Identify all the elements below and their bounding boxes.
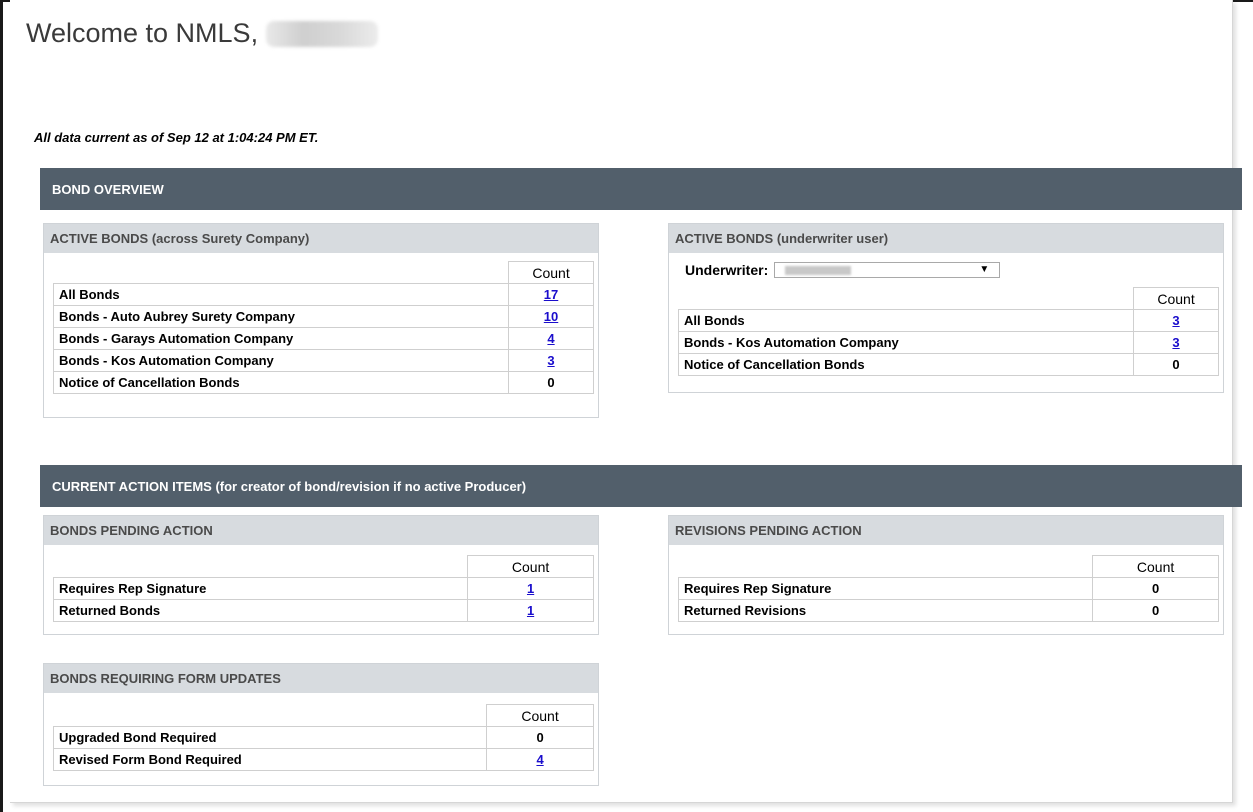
row-label: Notice of Cancellation Bonds <box>677 353 1135 376</box>
table-row: All Bonds 3 <box>677 309 1219 332</box>
table-row: All Bonds 17 <box>52 283 594 306</box>
row-count: 0 <box>1092 599 1219 622</box>
table-row: Returned Bonds 1 <box>52 599 594 622</box>
count-header: Count <box>1133 287 1219 310</box>
count-header: Count <box>486 704 594 727</box>
panel-title: ACTIVE BONDS (underwriter user) <box>669 224 1223 253</box>
count-link[interactable]: 3 <box>547 353 554 368</box>
table-row: Bonds - Kos Automation Company 3 <box>677 331 1219 354</box>
row-label: Revised Form Bond Required <box>52 748 488 771</box>
count-header: Count <box>508 261 594 284</box>
count-link[interactable]: 3 <box>1172 335 1179 350</box>
row-label: All Bonds <box>52 283 510 306</box>
bond-overview-header: BOND OVERVIEW <box>40 168 1242 210</box>
row-count: 0 <box>1133 353 1219 376</box>
active-bonds-underwriter-panel: ACTIVE BONDS (underwriter user) Underwri… <box>668 223 1224 393</box>
row-count: 4 <box>508 327 594 350</box>
form-updates-table: Count Upgraded Bond Required 0 Revised For… <box>52 704 594 771</box>
row-count: 3 <box>508 349 594 372</box>
row-label: Upgraded Bond Required <box>52 726 488 749</box>
action-items-header: CURRENT ACTION ITEMS (for creator of bon… <box>40 465 1242 507</box>
row-count: 0 <box>1092 577 1219 600</box>
row-label: All Bonds <box>677 309 1135 332</box>
table-row: Returned Revisions 0 <box>677 599 1219 622</box>
row-count: 3 <box>1133 331 1219 354</box>
count-link[interactable]: 4 <box>547 331 554 346</box>
row-label: Requires Rep Signature <box>52 577 469 600</box>
underwriter-selected-value-redacted <box>785 266 852 275</box>
row-count: 1 <box>467 577 594 600</box>
home-page: Welcome to NMLS, All data current as of … <box>10 0 1242 803</box>
data-current-note: All data current as of Sep 12 at 1:04:24… <box>34 130 319 145</box>
count-link[interactable]: 4 <box>536 752 543 767</box>
active-bonds-surety-table: Count All Bonds 17 Bonds - Auto Aubrey Sur… <box>52 261 594 394</box>
panel-title: BONDS PENDING ACTION <box>44 516 598 545</box>
row-label: Returned Revisions <box>677 599 1094 622</box>
table-row: Bonds - Auto Aubrey Surety Company 10 <box>52 305 594 328</box>
table-row: Revised Form Bond Required 4 <box>52 748 594 771</box>
form-updates-panel: BONDS REQUIRING FORM UPDATES Count Upgra… <box>43 663 599 786</box>
underwriter-row: Underwriter: ▼ <box>685 262 1001 278</box>
welcome-text: Welcome to NMLS, <box>26 18 259 48</box>
dropdown-arrow-icon: ▼ <box>979 264 990 275</box>
row-count: 17 <box>508 283 594 306</box>
count-link[interactable]: 1 <box>527 603 534 618</box>
panel-title: BONDS REQUIRING FORM UPDATES <box>44 664 598 693</box>
bonds-pending-panel: BONDS PENDING ACTION Count Requires Rep … <box>43 515 599 635</box>
row-count: 0 <box>486 726 594 749</box>
count-link[interactable]: 1 <box>527 581 534 596</box>
row-label: Bonds - Kos Automation Company <box>52 349 510 372</box>
underwriter-label: Underwriter: <box>685 262 769 278</box>
table-row: Requires Rep Signature 0 <box>677 577 1219 600</box>
revisions-pending-panel: REVISIONS PENDING ACTION Count Requires … <box>668 515 1224 635</box>
user-name-redacted <box>266 20 379 47</box>
count-link[interactable]: 3 <box>1172 313 1179 328</box>
table-row: Bonds - Kos Automation Company 3 <box>52 349 594 372</box>
welcome-heading: Welcome to NMLS, <box>26 18 379 49</box>
revisions-pending-table: Count Requires Rep Signature 0 Returned Re… <box>677 555 1219 622</box>
row-label: Notice of Cancellation Bonds <box>52 371 510 394</box>
row-label: Bonds - Garays Automation Company <box>52 327 510 350</box>
row-count: 0 <box>508 371 594 394</box>
active-bonds-underwriter-table: Count All Bonds 3 Bonds - Kos Automation C… <box>677 287 1219 376</box>
row-count: 3 <box>1133 309 1219 332</box>
panel-title: REVISIONS PENDING ACTION <box>669 516 1223 545</box>
table-row: Notice of Cancellation Bonds 0 <box>52 371 594 394</box>
row-label: Bonds - Kos Automation Company <box>677 331 1135 354</box>
row-label: Returned Bonds <box>52 599 469 622</box>
count-link[interactable]: 17 <box>544 287 558 302</box>
window-frame-left <box>0 0 3 812</box>
table-row: Upgraded Bond Required 0 <box>52 726 594 749</box>
row-count: 10 <box>508 305 594 328</box>
table-row: Bonds - Garays Automation Company 4 <box>52 327 594 350</box>
underwriter-select[interactable]: ▼ <box>774 262 1001 278</box>
panel-title: ACTIVE BONDS (across Surety Company) <box>44 224 598 253</box>
row-count: 1 <box>467 599 594 622</box>
count-link[interactable]: 10 <box>544 309 558 324</box>
active-bonds-surety-panel: ACTIVE BONDS (across Surety Company) Cou… <box>43 223 599 418</box>
row-label: Requires Rep Signature <box>677 577 1094 600</box>
count-header: Count <box>1092 555 1219 578</box>
count-header: Count <box>467 555 594 578</box>
row-count: 4 <box>486 748 594 771</box>
table-row: Notice of Cancellation Bonds 0 <box>677 353 1219 376</box>
row-label: Bonds - Auto Aubrey Surety Company <box>52 305 510 328</box>
table-row: Requires Rep Signature 1 <box>52 577 594 600</box>
bonds-pending-table: Count Requires Rep Signature 1 Returned Bo… <box>52 555 594 622</box>
